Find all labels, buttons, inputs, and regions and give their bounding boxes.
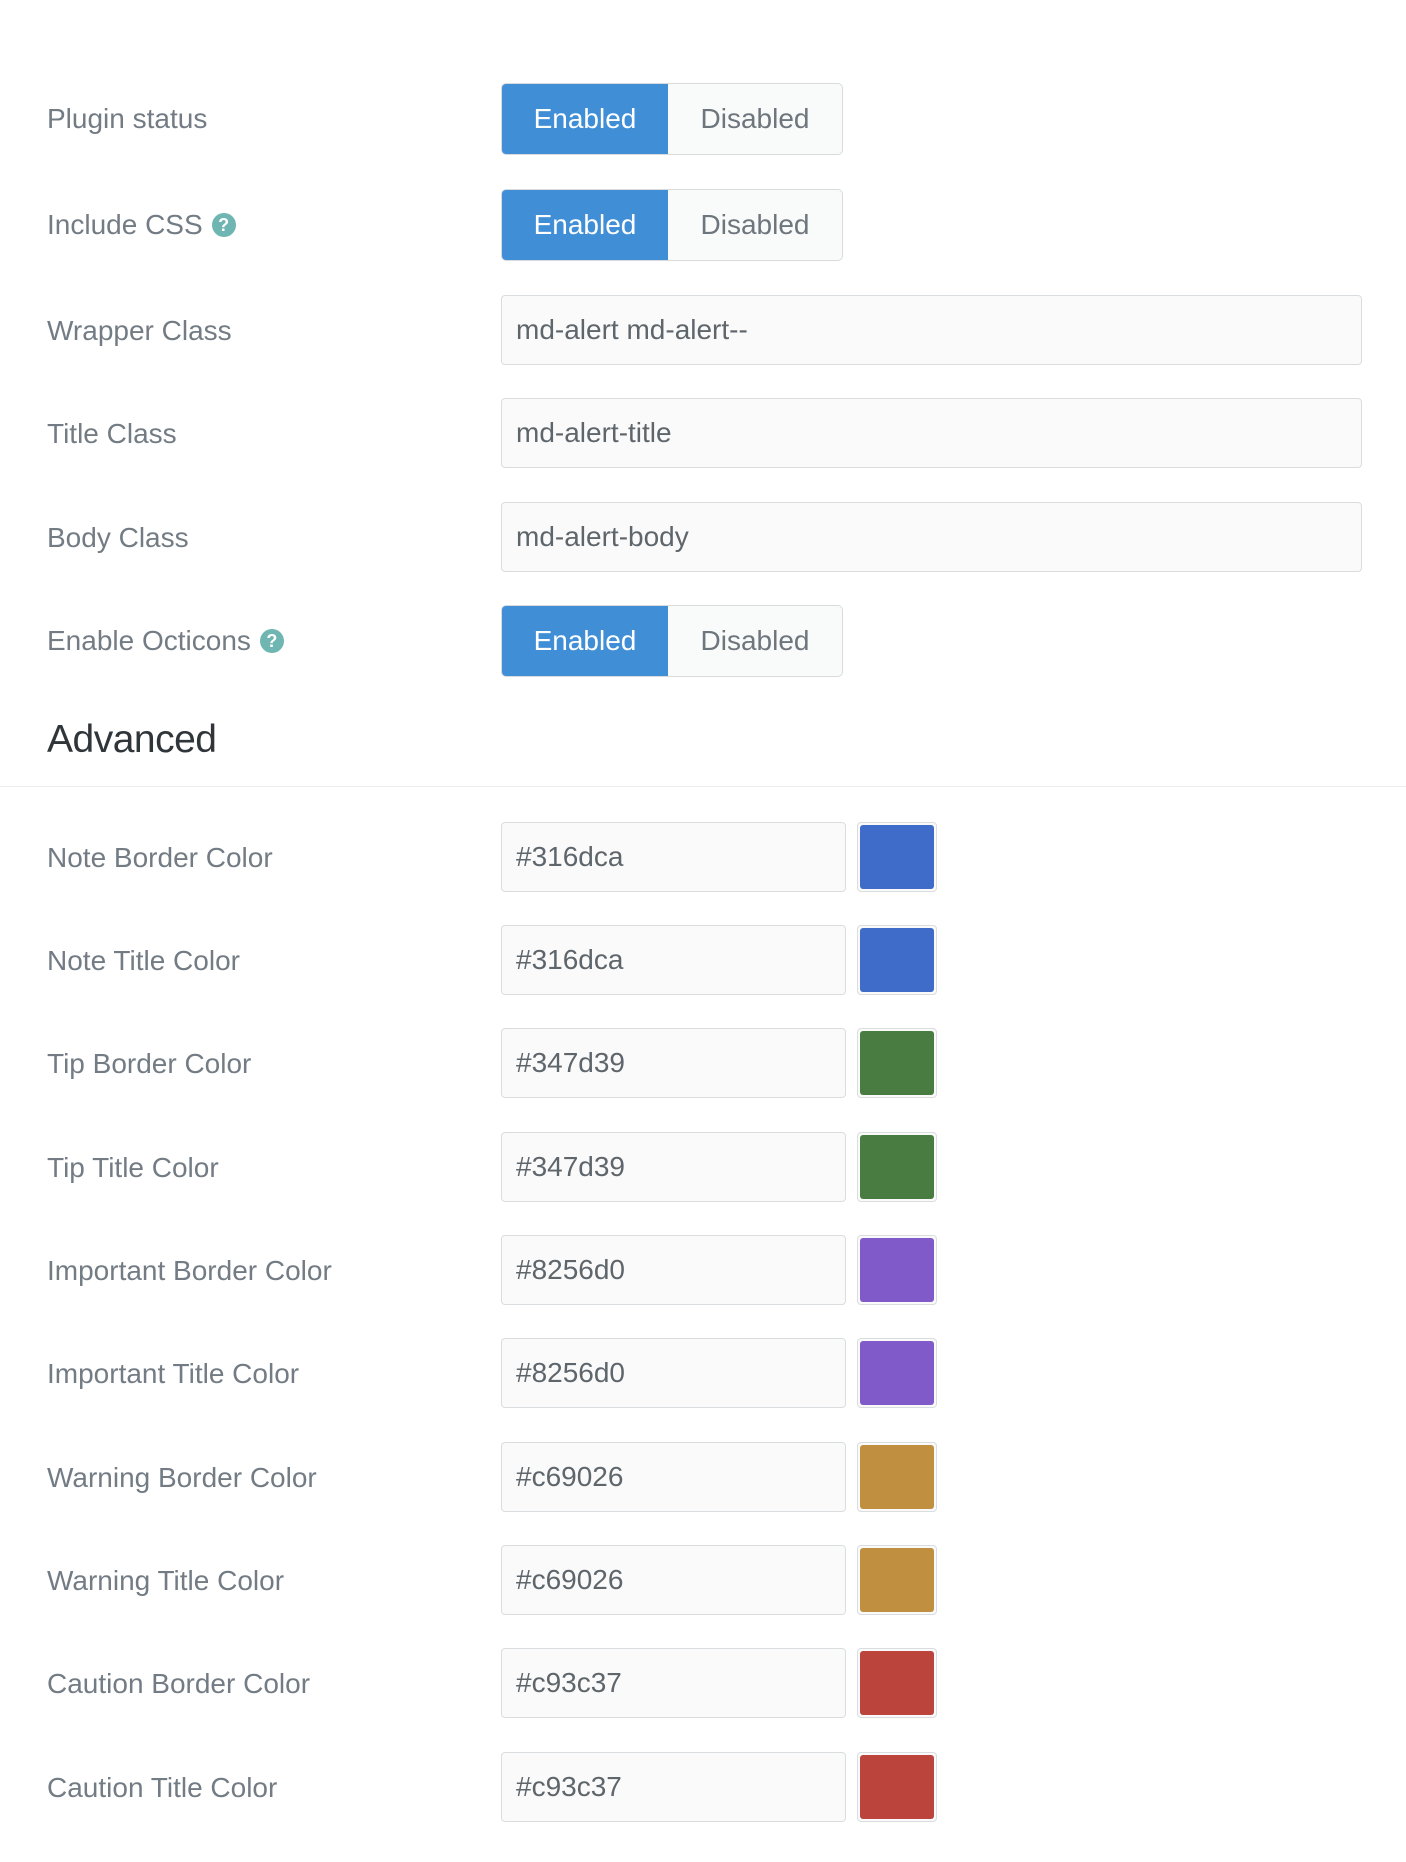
color-label: Caution Title Color: [47, 1772, 278, 1803]
color-row: Caution Border Color #c93c37: [0, 1648, 1406, 1720]
color-label: Important Title Color: [47, 1358, 300, 1389]
color-swatch: [860, 1548, 934, 1612]
color-row: Tip Border Color #347d39: [0, 1028, 1406, 1100]
color-row: Caution Title Color #c93c37: [0, 1752, 1406, 1824]
body-class-input[interactable]: md-alert-body: [501, 502, 1362, 572]
include-css-toggle: Enabled Disabled: [501, 189, 843, 261]
color-row: Warning Border Color #c69026: [0, 1442, 1406, 1514]
color-label: Caution Border Color: [47, 1668, 311, 1699]
color-row: Note Title Color #316dca: [0, 925, 1406, 997]
body-class-label: Body Class: [47, 522, 189, 553]
color-value-input[interactable]: #316dca: [501, 822, 846, 892]
plugin-status-disabled-button[interactable]: Disabled: [668, 84, 842, 154]
color-label: Important Border Color: [47, 1255, 332, 1286]
wrapper-class-input[interactable]: md-alert md-alert--: [501, 295, 1362, 365]
color-swatch: [860, 1755, 934, 1819]
plugin-status-row: Plugin status Enabled Disabled: [0, 83, 1406, 155]
help-icon[interactable]: ?: [211, 213, 236, 237]
color-row: Tip Title Color #347d39: [0, 1132, 1406, 1204]
color-row: Important Border Color #8256d0: [0, 1235, 1406, 1307]
enable-octicons-label: Enable Octicons ?: [47, 625, 284, 657]
color-swatch-button[interactable]: [857, 1235, 937, 1305]
color-swatch: [860, 1031, 934, 1095]
wrapper-class-row: Wrapper Class md-alert md-alert--: [0, 295, 1406, 367]
color-row: Warning Title Color #c69026: [0, 1545, 1406, 1617]
color-label: Note Border Color: [47, 842, 273, 873]
advanced-section-title: Advanced: [47, 718, 217, 761]
title-class-label: Title Class: [47, 418, 177, 449]
help-icon[interactable]: ?: [259, 629, 284, 653]
color-value-input[interactable]: #347d39: [501, 1028, 846, 1098]
color-swatch: [860, 825, 934, 889]
title-class-row: Title Class md-alert-title: [0, 398, 1406, 470]
color-swatch-button[interactable]: [857, 1338, 937, 1408]
color-swatch: [860, 1135, 934, 1199]
title-class-input[interactable]: md-alert-title: [501, 398, 1362, 468]
color-swatch: [860, 1238, 934, 1302]
color-value-input[interactable]: #c93c37: [501, 1752, 846, 1822]
color-swatch-button[interactable]: [857, 1132, 937, 1202]
body-class-row: Body Class md-alert-body: [0, 502, 1406, 574]
color-row: Note Border Color #316dca: [0, 822, 1406, 894]
enable-octicons-toggle: Enabled Disabled: [501, 605, 843, 677]
enable-octicons-disabled-button[interactable]: Disabled: [668, 606, 842, 676]
color-value-input[interactable]: #8256d0: [501, 1338, 846, 1408]
plugin-status-label: Plugin status: [47, 103, 208, 134]
color-value-input[interactable]: #c93c37: [501, 1648, 846, 1718]
include-css-label: Include CSS ?: [47, 209, 236, 241]
color-swatch-button[interactable]: [857, 1442, 937, 1512]
color-swatch: [860, 1651, 934, 1715]
color-swatch-button[interactable]: [857, 1028, 937, 1098]
color-label: Warning Title Color: [47, 1565, 285, 1596]
color-swatch: [860, 1445, 934, 1509]
color-value-input[interactable]: #8256d0: [501, 1235, 846, 1305]
settings-page: Plugin status Enabled Disabled Include C…: [0, 0, 1406, 1862]
color-swatch: [860, 928, 934, 992]
color-swatch-button[interactable]: [857, 1545, 937, 1615]
color-value-input[interactable]: #c69026: [501, 1442, 846, 1512]
include-css-disabled-button[interactable]: Disabled: [668, 190, 842, 260]
include-css-enabled-button[interactable]: Enabled: [502, 190, 668, 260]
wrapper-class-label: Wrapper Class: [47, 315, 232, 346]
color-value-input[interactable]: #347d39: [501, 1132, 846, 1202]
color-swatch: [860, 1341, 934, 1405]
color-label: Tip Border Color: [47, 1048, 252, 1079]
plugin-status-toggle: Enabled Disabled: [501, 83, 843, 155]
color-swatch-button[interactable]: [857, 822, 937, 892]
color-label: Note Title Color: [47, 945, 240, 976]
color-row: Important Title Color #8256d0: [0, 1338, 1406, 1410]
plugin-status-enabled-button[interactable]: Enabled: [502, 84, 668, 154]
color-label: Warning Border Color: [47, 1462, 317, 1493]
color-value-input[interactable]: #316dca: [501, 925, 846, 995]
enable-octicons-enabled-button[interactable]: Enabled: [502, 606, 668, 676]
color-swatch-button[interactable]: [857, 1648, 937, 1718]
color-label: Tip Title Color: [47, 1152, 219, 1183]
color-swatch-button[interactable]: [857, 1752, 937, 1822]
color-value-input[interactable]: #c69026: [501, 1545, 846, 1615]
color-swatch-button[interactable]: [857, 925, 937, 995]
include-css-row: Include CSS ? Enabled Disabled: [0, 189, 1406, 261]
enable-octicons-row: Enable Octicons ? Enabled Disabled: [0, 605, 1406, 677]
section-divider: [0, 786, 1406, 787]
